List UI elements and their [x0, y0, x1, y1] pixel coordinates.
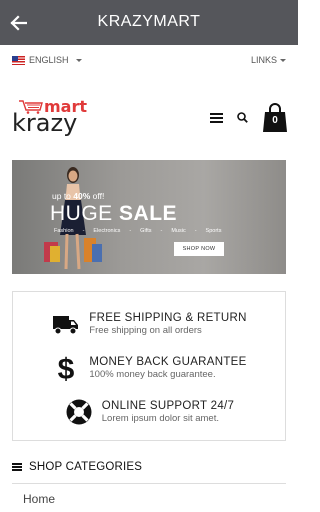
banner-headline: HUGE SALE [50, 202, 178, 225]
list-menu-icon [12, 463, 22, 471]
app-title: KRAZYMART [97, 13, 201, 30]
links-label: LINKS [250, 55, 277, 65]
hero-banner[interactable]: up to 40% off! HUGE SALE Fashion - Electr… [12, 160, 286, 274]
site-logo[interactable]: mart krazy [12, 97, 92, 139]
feature-subtitle: 100% money back guarantee. [89, 369, 216, 380]
shop-categories-heading: SHOP CATEGORIES [29, 461, 143, 473]
feature-free-shipping: FREE SHIPPING & RETURN Free shipping on … [13, 302, 285, 346]
divider [12, 483, 286, 484]
discount-text: up to 40% off! [52, 191, 105, 201]
chevron-down-icon [280, 58, 286, 62]
banner-category: Fashion [54, 228, 74, 234]
top-bar: ENGLISH LINKS [0, 45, 298, 75]
banner-category: Gifts [140, 228, 152, 234]
back-button[interactable] [2, 0, 34, 45]
us-flag-icon [12, 55, 25, 65]
lifebuoy-icon [66, 399, 92, 425]
feature-subtitle: Lorem ipsum dolor sit amet. [101, 413, 219, 424]
feature-online-support: ONLINE SUPPORT 24/7 Lorem ipsum dolor si… [13, 390, 285, 434]
feature-title: FREE SHIPPING & RETURN [89, 312, 247, 324]
svg-text:$: $ [58, 353, 75, 383]
category-item-home[interactable]: Home [23, 492, 275, 506]
banner-category: Electronics [93, 228, 121, 234]
site-header: mart krazy 0 [0, 75, 298, 160]
search-icon[interactable] [237, 112, 248, 123]
banner-categories: Fashion - Electronics - Gifts - Music - Spor… [54, 228, 222, 234]
logo-krazy-text: krazy [12, 108, 78, 137]
links-dropdown[interactable]: LINKS [251, 55, 286, 65]
dollar-icon: $ [58, 353, 75, 383]
feature-title: ONLINE SUPPORT 24/7 [101, 400, 235, 412]
feature-money-back: $ MONEY BACK GUARANTEE 100% money back g… [13, 346, 285, 390]
language-selector[interactable]: ENGLISH [12, 55, 82, 65]
language-label: ENGLISH [29, 55, 69, 65]
features-box: FREE SHIPPING & RETURN Free shipping on … [12, 291, 286, 441]
cart-count: 0 [272, 114, 278, 126]
feature-subtitle: Free shipping on all orders [89, 325, 202, 336]
shop-now-button[interactable]: SHOP NOW [174, 242, 224, 256]
arrow-left-icon [10, 14, 27, 31]
cart-button[interactable]: 0 [262, 102, 288, 133]
truck-icon [53, 316, 79, 335]
shop-categories-header[interactable]: SHOP CATEGORIES [12, 461, 286, 473]
chevron-down-icon [75, 58, 82, 62]
banner-category: Sports [205, 228, 222, 234]
feature-title: MONEY BACK GUARANTEE [89, 356, 247, 368]
hamburger-menu-icon[interactable] [210, 112, 223, 123]
app-bar: KRAZYMART [0, 0, 298, 45]
banner-category: Music [171, 228, 186, 234]
